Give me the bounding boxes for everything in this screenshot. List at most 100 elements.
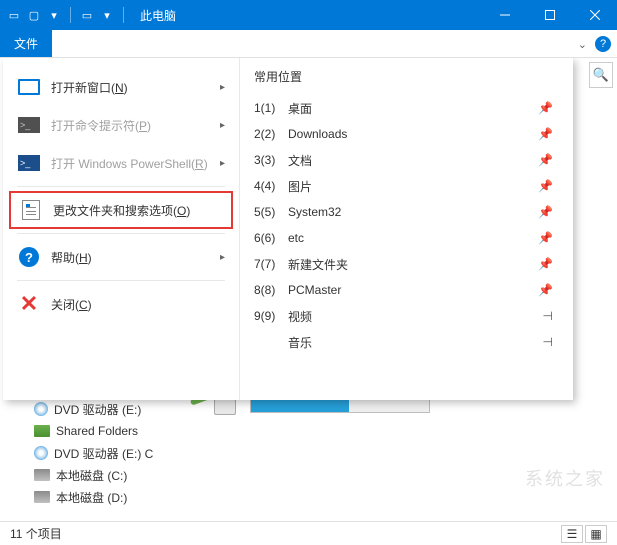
menu-item-label: 关闭(C) <box>51 296 92 313</box>
folder-icon: ▭ <box>6 7 22 23</box>
help-icon[interactable]: ? <box>595 36 611 52</box>
disk-icon <box>34 491 50 503</box>
options-icon <box>19 200 43 220</box>
frequent-item[interactable]: 2(2)Downloads 📌 <box>254 121 559 147</box>
disk-icon <box>34 469 50 481</box>
tree-label: 本地磁盘 (D:) <box>56 489 127 506</box>
frequent-num: 2(2) <box>254 127 288 141</box>
frequent-label: 图片 <box>288 178 312 195</box>
menu-item-label: 更改文件夹和搜索选项(O) <box>53 202 190 219</box>
frequent-num: 4(4) <box>254 179 288 193</box>
details-view-button[interactable]: ☰ <box>561 525 583 543</box>
file-tab[interactable]: 文件 <box>0 30 52 57</box>
frequent-item[interactable]: 4(4)图片 📌 <box>254 173 559 199</box>
close-button[interactable] <box>572 0 617 30</box>
menu-item-window[interactable]: 打开新窗口(N) ▸ <box>9 68 233 106</box>
file-menu-right: 常用位置 1(1)桌面 📌 2(2)Downloads 📌 3(3)文档 📌 4(4)图片 📌… <box>239 58 573 400</box>
menu-item-label: 打开新窗口(N) <box>51 79 128 96</box>
frequent-label: Downloads <box>288 127 347 141</box>
watermark: 系统之家 <box>525 465 605 491</box>
dropdown-icon[interactable]: ▾ <box>99 7 115 23</box>
file-menu-left: 打开新窗口(N)▸>_打开命令提示符(P)▸>_打开 Windows Power… <box>3 58 239 400</box>
frequent-header: 常用位置 <box>254 68 559 85</box>
tree-item[interactable]: 本地磁盘 (C:) <box>0 464 170 486</box>
frequent-num: 5(5) <box>254 205 288 219</box>
frequent-item[interactable]: 5(5)System32 📌 <box>254 199 559 225</box>
frequent-num: 9(9) <box>254 309 288 323</box>
frequent-num: 3(3) <box>254 153 288 167</box>
separator <box>123 7 124 23</box>
menu-item-help[interactable]: ? 帮助(H) ▸ <box>9 238 233 276</box>
frequent-label: 文档 <box>288 152 312 169</box>
pin-icon[interactable]: 📌 <box>538 179 553 193</box>
pin-icon[interactable]: ⊣ <box>543 335 553 349</box>
cmd-icon: >_ <box>17 115 41 135</box>
frequent-label: System32 <box>288 205 341 219</box>
frequent-num: 6(6) <box>254 231 288 245</box>
search-input[interactable]: 🔍 <box>589 62 613 88</box>
tree-item[interactable]: DVD 驱动器 (E:) C <box>0 442 170 464</box>
pin-icon[interactable]: 📌 <box>538 205 553 219</box>
menu-item-options[interactable]: 更改文件夹和搜索选项(O) <box>9 191 233 229</box>
tree-item[interactable]: Shared Folders <box>0 420 170 442</box>
close-icon: ✕ <box>17 294 41 314</box>
computer-icon: ▭ <box>79 7 95 23</box>
pin-icon[interactable]: ⊣ <box>543 309 553 323</box>
separator <box>70 7 71 23</box>
frequent-item[interactable]: 1(1)桌面 📌 <box>254 95 559 121</box>
chevron-right-icon: ▸ <box>220 82 225 93</box>
frequent-label: 视频 <box>288 308 312 325</box>
tree-label: DVD 驱动器 (E:) <box>54 401 141 418</box>
tree-item[interactable]: DVD 驱动器 (E:) <box>0 398 170 420</box>
window-title: 此电脑 <box>140 7 176 24</box>
pin-icon[interactable]: 📌 <box>538 231 553 245</box>
window-icon <box>17 77 41 97</box>
chevron-down-icon[interactable]: ⌄ <box>578 38 587 51</box>
ps-icon: >_ <box>17 153 41 173</box>
frequent-item[interactable]: 3(3)文档 📌 <box>254 147 559 173</box>
pin-icon[interactable]: 📌 <box>538 101 553 115</box>
frequent-label: 新建文件夹 <box>288 256 348 273</box>
menu-item-label: 打开 Windows PowerShell(R) <box>51 155 208 172</box>
title-bar: ▭ ▢ ▾ ▭ ▾ 此电脑 <box>0 0 617 30</box>
window-controls <box>482 0 617 30</box>
chevron-right-icon: ▸ <box>220 252 225 263</box>
tree-label: 本地磁盘 (C:) <box>56 467 127 484</box>
tree-item[interactable]: 本地磁盘 (D:) <box>0 486 170 508</box>
frequent-num: 7(7) <box>254 257 288 271</box>
frequent-label: etc <box>288 231 304 245</box>
chevron-right-icon: ▸ <box>220 158 225 169</box>
menu-item-label: 帮助(H) <box>51 249 92 266</box>
dvd-icon <box>34 402 48 416</box>
drive-usage-bar <box>250 399 430 413</box>
chevron-right-icon: ▸ <box>220 120 225 131</box>
frequent-num: 8(8) <box>254 283 288 297</box>
frequent-label: PCMaster <box>288 283 341 297</box>
menu-item-ps: >_ 打开 Windows PowerShell(R) ▸ <box>9 144 233 182</box>
dvd-icon <box>34 446 48 460</box>
menu-item-cmd: >_打开命令提示符(P)▸ <box>9 106 233 144</box>
minimize-button[interactable] <box>482 0 527 30</box>
icons-view-button[interactable]: ▦ <box>585 525 607 543</box>
frequent-num: 1(1) <box>254 101 288 115</box>
properties-icon[interactable]: ▢ <box>26 7 42 23</box>
view-buttons: ☰ ▦ <box>561 525 607 543</box>
frequent-label: 音乐 <box>288 334 312 351</box>
menu-item-close[interactable]: ✕ 关闭(C) <box>9 285 233 323</box>
dropdown-icon[interactable]: ▾ <box>46 7 62 23</box>
search-icon: 🔍 <box>593 67 609 83</box>
pin-icon[interactable]: 📌 <box>538 127 553 141</box>
help-icon: ? <box>17 247 41 267</box>
frequent-item[interactable]: 7(7)新建文件夹 📌 <box>254 251 559 277</box>
pin-icon[interactable]: 📌 <box>538 283 553 297</box>
frequent-item[interactable]: 6(6)etc 📌 <box>254 225 559 251</box>
frequent-label: 桌面 <box>288 100 312 117</box>
sf-icon <box>34 425 50 437</box>
pin-icon[interactable]: 📌 <box>538 153 553 167</box>
frequent-item[interactable]: 9(9)视频 ⊣ <box>254 303 559 329</box>
frequent-item[interactable]: 音乐 ⊣ <box>254 329 559 355</box>
frequent-item[interactable]: 8(8)PCMaster 📌 <box>254 277 559 303</box>
pin-icon[interactable]: 📌 <box>538 257 553 271</box>
status-bar: 11 个项目 ☰ ▦ <box>0 521 617 545</box>
maximize-button[interactable] <box>527 0 572 30</box>
